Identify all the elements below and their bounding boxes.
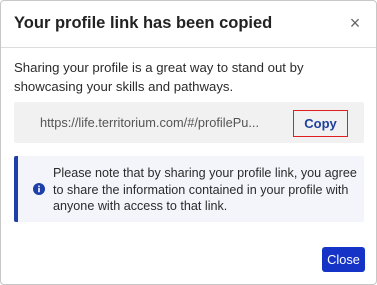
profile-link-text: https://life.territorium.com/#/profilePu… — [40, 115, 260, 130]
copy-button[interactable]: Copy — [293, 110, 348, 137]
sharing-notice: Please note that by sharing your profile… — [14, 156, 364, 222]
info-circle-icon — [33, 183, 45, 195]
profile-link-box: https://life.territorium.com/#/profilePu… — [14, 102, 364, 143]
dialog-header: Your profile link has been copied × — [1, 1, 376, 48]
dialog-title: Your profile link has been copied — [14, 14, 273, 32]
close-icon[interactable]: × — [346, 13, 364, 33]
dialog-description: Sharing your profile is a great way to s… — [14, 60, 304, 94]
profile-link-dialog: Your profile link has been copied × Shar… — [0, 0, 377, 285]
close-button[interactable]: Close — [322, 247, 365, 272]
notice-text: Please note that by sharing your profile… — [53, 166, 357, 213]
